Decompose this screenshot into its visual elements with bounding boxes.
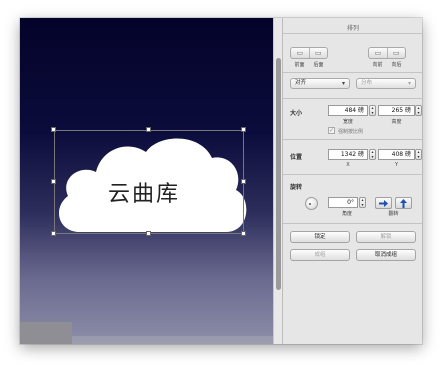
send-backward-icon[interactable]: ▭ bbox=[386, 48, 406, 58]
vertical-scrollbar-thumb[interactable] bbox=[276, 58, 281, 290]
forward-backward-segment[interactable]: ▭ ▭ bbox=[368, 47, 406, 59]
front-back-segment[interactable]: ▭ ▭ bbox=[290, 47, 328, 59]
bring-to-front-icon[interactable]: ▭ bbox=[291, 48, 309, 58]
constrain-proportions-checkbox[interactable]: ✓ bbox=[328, 127, 335, 134]
flip-horizontal-button[interactable] bbox=[375, 197, 392, 209]
height-field[interactable]: 265 磅 bbox=[378, 105, 415, 116]
app-window: 云曲库 排列 ▭ ▭ ▭ ▭ 前面 后面 向前 向后 对齐 ▾ 分布 ▾ 大小 … bbox=[20, 18, 422, 344]
chevron-down-icon: ▾ bbox=[407, 80, 411, 87]
resize-handle-sw[interactable] bbox=[51, 231, 56, 236]
forward-label: 向前 bbox=[372, 62, 383, 68]
rotate-section-label: 旋转 bbox=[290, 184, 303, 191]
unlock-button[interactable]: 解锁 bbox=[356, 231, 416, 243]
bring-forward-icon[interactable]: ▭ bbox=[369, 48, 387, 58]
divider bbox=[283, 174, 422, 175]
divider bbox=[283, 139, 422, 140]
rotation-dial-indicator bbox=[309, 203, 311, 205]
chevron-down-icon: ▾ bbox=[341, 80, 345, 87]
resize-handle-e[interactable] bbox=[241, 179, 246, 184]
selection-box bbox=[54, 130, 244, 234]
angle-label: 角度 bbox=[341, 211, 352, 217]
rotation-dial[interactable] bbox=[305, 197, 318, 210]
divider bbox=[283, 72, 422, 73]
resize-handle-s[interactable] bbox=[146, 231, 151, 236]
x-field[interactable]: 1342 磅 bbox=[328, 149, 368, 160]
align-popup-label: 对齐 bbox=[295, 80, 307, 86]
resize-handle-ne[interactable] bbox=[241, 127, 246, 132]
divider bbox=[283, 33, 422, 34]
width-label: 宽度 bbox=[342, 119, 353, 125]
lock-button[interactable]: 锁定 bbox=[290, 231, 350, 243]
resize-handle-w[interactable] bbox=[51, 179, 56, 184]
vertical-scrollbar[interactable] bbox=[273, 18, 282, 344]
resize-handle-nw[interactable] bbox=[51, 127, 56, 132]
divider bbox=[283, 223, 422, 224]
align-popup[interactable]: 对齐 ▾ bbox=[290, 78, 350, 89]
back-label: 后面 bbox=[313, 62, 324, 68]
distribute-popup[interactable]: 分布 ▾ bbox=[356, 78, 416, 89]
constrain-proportions-label: 强制按比例 bbox=[338, 129, 364, 135]
slide-canvas[interactable]: 云曲库 bbox=[20, 18, 273, 344]
y-field[interactable]: 408 磅 bbox=[378, 149, 415, 160]
arrow-right-icon bbox=[379, 199, 388, 207]
send-to-back-icon[interactable]: ▭ bbox=[308, 48, 328, 58]
position-section-label: 位置 bbox=[290, 154, 303, 161]
flip-label: 翻转 bbox=[388, 211, 399, 217]
y-label: Y bbox=[394, 162, 399, 168]
resize-handle-se[interactable] bbox=[241, 231, 246, 236]
angle-stepper[interactable]: ▴ ▾ bbox=[359, 197, 366, 208]
canvas-corner-panel bbox=[20, 322, 72, 344]
front-label: 前面 bbox=[294, 62, 305, 68]
arrange-inspector: 排列 ▭ ▭ ▭ ▭ 前面 后面 向前 向后 对齐 ▾ 分布 ▾ 大小 484 … bbox=[282, 18, 422, 344]
ungroup-button[interactable]: 取消成组 bbox=[356, 249, 416, 261]
backward-label: 向后 bbox=[391, 62, 402, 68]
resize-handle-n[interactable] bbox=[146, 127, 151, 132]
size-section-label: 大小 bbox=[290, 110, 303, 117]
height-label: 高度 bbox=[391, 119, 402, 125]
x-stepper[interactable]: ▴ ▾ bbox=[369, 149, 376, 160]
group-button[interactable]: 成组 bbox=[290, 249, 350, 261]
distribute-popup-label: 分布 bbox=[361, 80, 373, 86]
inspector-title: 排列 bbox=[346, 25, 359, 32]
y-stepper[interactable]: ▴ ▾ bbox=[415, 149, 422, 160]
arrow-up-icon bbox=[400, 198, 407, 208]
height-stepper[interactable]: ▴ ▾ bbox=[415, 105, 422, 116]
angle-field[interactable]: 0° bbox=[328, 197, 358, 208]
divider bbox=[283, 98, 422, 99]
width-field[interactable]: 484 磅 bbox=[328, 105, 368, 116]
flip-vertical-button[interactable] bbox=[395, 197, 412, 209]
x-label: X bbox=[346, 162, 350, 168]
width-stepper[interactable]: ▴ ▾ bbox=[369, 105, 376, 116]
